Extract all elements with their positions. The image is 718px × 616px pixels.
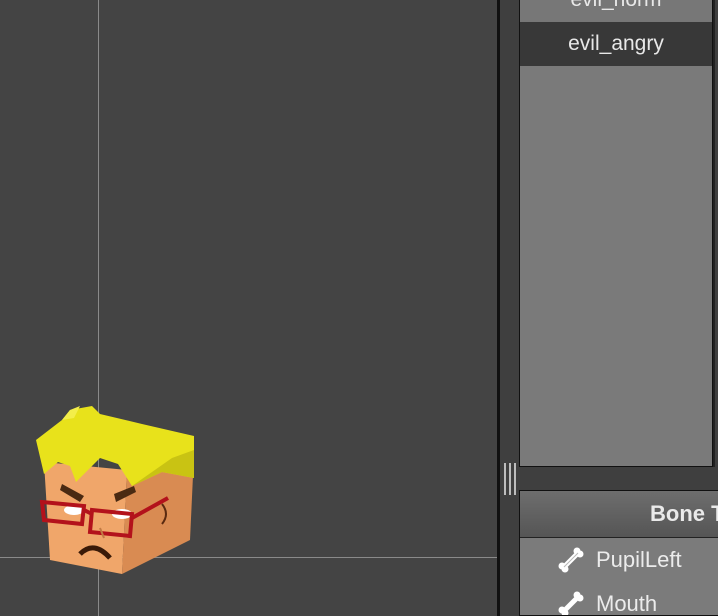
bone-tree-panel: Bone T PupilLeft Mouth <box>519 490 718 616</box>
canvas-viewport[interactable] <box>0 0 497 616</box>
resize-grip-icon[interactable] <box>503 463 517 495</box>
bone-tree-header: Bone T <box>520 491 718 538</box>
bone-tree-item[interactable]: PupilLeft <box>520 538 718 582</box>
bone-icon <box>558 547 584 573</box>
scrollbar-edge <box>713 0 715 467</box>
character-head-sprite[interactable] <box>22 402 200 578</box>
list-item-selected[interactable]: evil_angry <box>520 22 712 66</box>
bone-icon <box>558 591 584 615</box>
animation-list[interactable]: evil_norm evil_angry <box>519 0 713 467</box>
bone-label: PupilLeft <box>596 547 682 572</box>
bone-tree-item[interactable]: Mouth <box>520 582 718 616</box>
list-item[interactable]: evil_norm <box>520 0 712 23</box>
bone-label: Mouth <box>596 591 658 616</box>
